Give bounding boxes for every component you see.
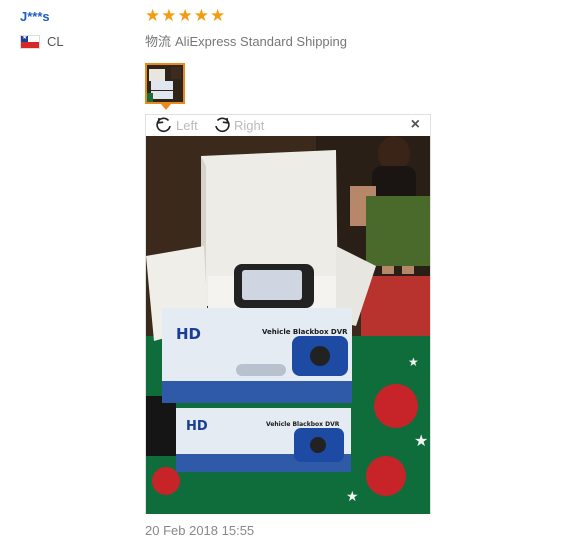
close-icon[interactable]: × [411,116,420,134]
svg-text:★: ★ [346,489,359,505]
review-date: 20 Feb 2018 15:55 [145,523,255,538]
review-photo: ★ ★ ★ ★ HD Vehicle Blackbox DVR [146,136,430,514]
svg-text:HD: HD [176,325,201,343]
reviewer-country: ★ CL [20,34,64,49]
svg-text:★: ★ [414,431,428,450]
svg-text:HD: HD [186,419,208,434]
star-icon: ★ [145,6,161,25]
rotate-left-button[interactable]: Left [154,115,198,135]
rotate-right-button[interactable]: Right [212,115,264,135]
star-icon: ★ [177,6,193,25]
chile-flag-icon: ★ [20,34,40,49]
rotate-left-label: Left [176,117,198,133]
thumbnail-pointer [161,104,171,110]
shipping-info: 物流 AliExpress Standard Shipping [145,31,347,50]
shipping-label: 物流 [145,34,172,49]
star-icon: ★ [210,6,226,25]
star-icon: ★ [193,6,209,25]
viewer-toolbar: Left Right × [146,115,430,136]
rotate-right-label: Right [234,117,265,133]
review-photo-thumbnail[interactable] [145,63,185,104]
shipping-method: AliExpress Standard Shipping [175,34,348,49]
star-icon: ★ [161,6,177,25]
country-code: CL [47,34,64,49]
rotate-right-icon [215,117,230,133]
photo-viewer: Left Right × ★ ★ ★ HD Vehicle Blackbox D… [145,114,431,514]
svg-text:Vehicle Blackbox DVR: Vehicle Blackbox DVR [262,328,348,336]
rating-stars: ★ ★ ★ ★ ★ [145,7,225,24]
rotate-left-icon [156,117,171,133]
svg-text:Vehicle Blackbox DVR: Vehicle Blackbox DVR [266,421,340,428]
reviewer-name[interactable]: J***s [20,9,50,24]
svg-text:★: ★ [408,355,419,369]
